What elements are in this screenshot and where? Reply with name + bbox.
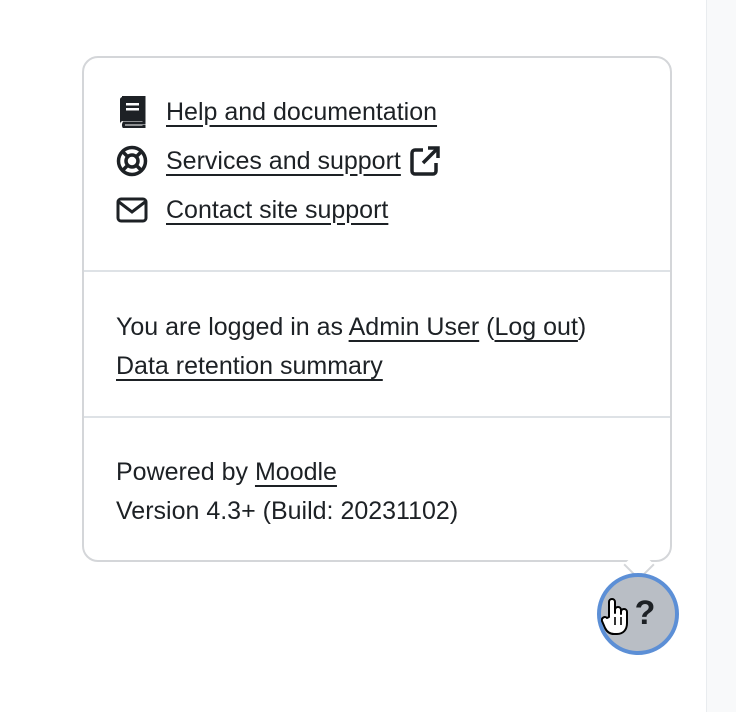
login-info-section: You are logged in as Admin User (Log out… [84, 270, 670, 418]
book-icon [116, 95, 150, 129]
external-link-icon [409, 145, 441, 177]
powered-by-section: Powered by Moodle Version 4.3+ (Build: 2… [84, 416, 670, 564]
powered-by-line: Powered by Moodle [116, 453, 337, 491]
services-support-link[interactable]: Services and support [116, 141, 441, 181]
moodle-link[interactable]: Moodle [255, 458, 337, 486]
life-ring-icon [116, 144, 150, 178]
contact-site-support-link[interactable]: Contact site support [116, 190, 388, 230]
version-text: Version 4.3+ (Build: 20231102) [116, 497, 459, 525]
data-retention-line: Data retention summary [116, 347, 383, 385]
help-documentation-link[interactable]: Help and documentation [116, 92, 437, 132]
help-popover: Help and documentation Services and supp… [82, 56, 672, 581]
close-paren: ) [577, 313, 587, 341]
logout-link[interactable]: Log out [494, 313, 577, 341]
services-support-label: Services and support [166, 146, 401, 175]
envelope-icon [116, 193, 150, 227]
logged-in-line: You are logged in as Admin User (Log out… [116, 308, 586, 346]
right-sidebar-strip [706, 0, 736, 712]
data-retention-link[interactable]: Data retention summary [116, 352, 383, 380]
user-profile-link[interactable]: Admin User [349, 313, 480, 341]
help-documentation-label: Help and documentation [166, 97, 438, 126]
logged-in-prefix: You are logged in as [116, 313, 349, 341]
question-mark-label: ? [634, 593, 656, 632]
powered-by-prefix: Powered by [116, 458, 255, 486]
help-links-section: Help and documentation Services and supp… [84, 58, 670, 270]
contact-site-support-label: Contact site support [166, 195, 389, 224]
hand-cursor-icon [600, 597, 631, 642]
open-paren: ( [479, 313, 495, 341]
